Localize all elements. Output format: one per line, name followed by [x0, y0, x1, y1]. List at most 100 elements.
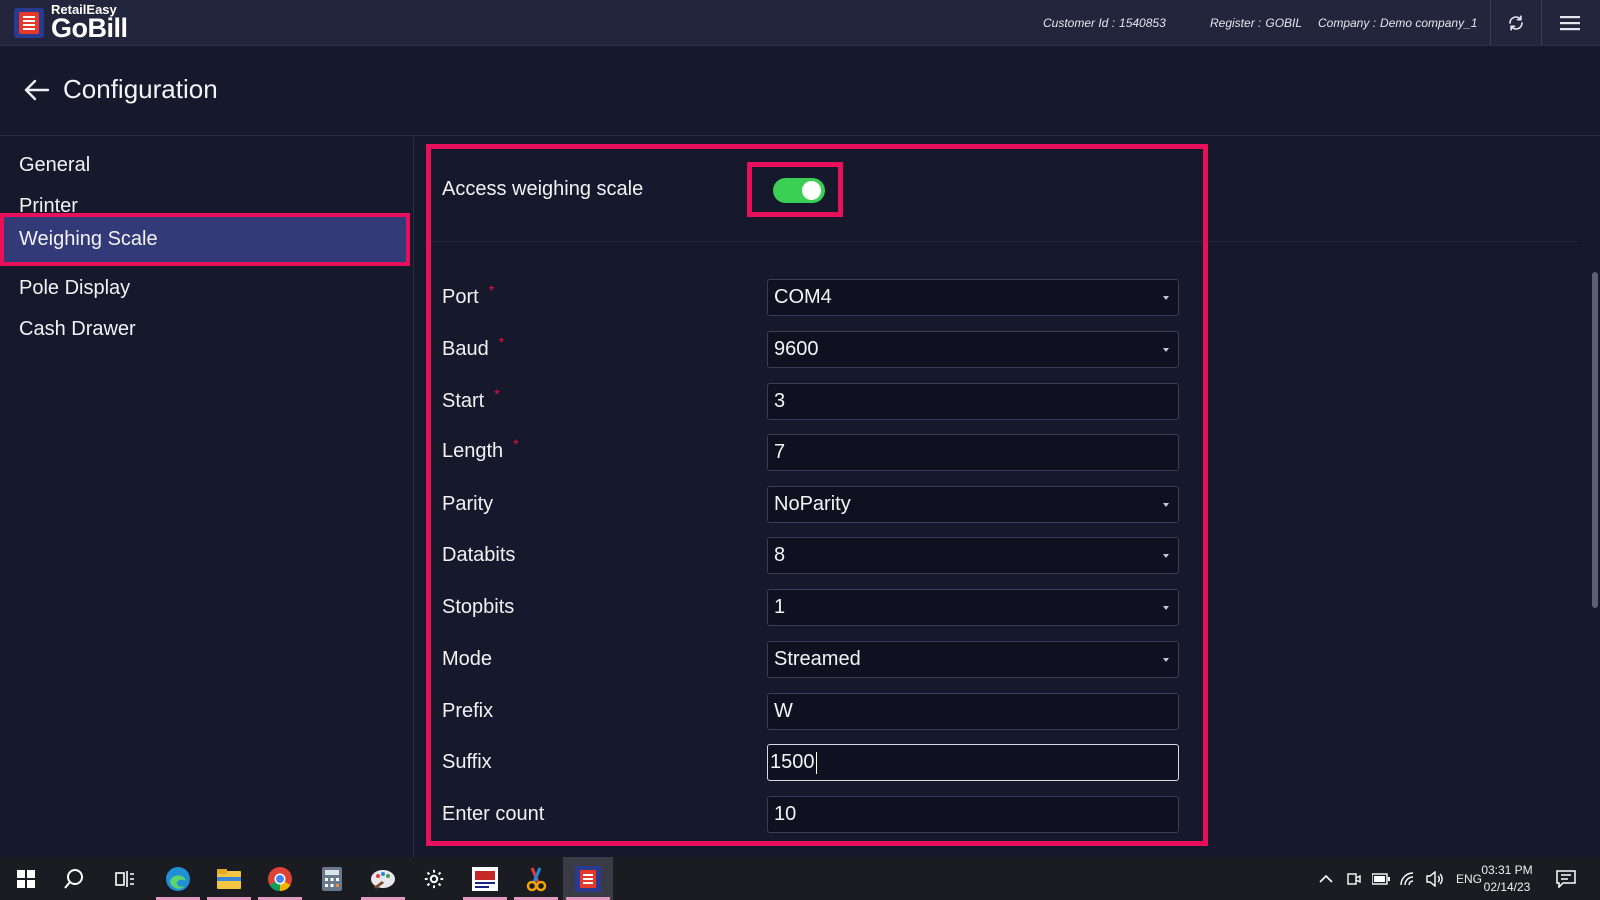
dropdown-arrow-icon	[1163, 657, 1169, 662]
taskbar-gobill[interactable]	[563, 857, 613, 900]
length-input[interactable]: 7	[767, 434, 1179, 471]
gobill-app-icon	[575, 865, 601, 892]
field-label: Mode	[442, 648, 493, 670]
sidebar-item-general[interactable]: General	[0, 144, 410, 186]
field-label: Suffix	[442, 751, 492, 773]
length-label: Length *	[442, 436, 519, 463]
access-label-text: Access weighing scale	[442, 178, 644, 200]
company-label: Company :	[1318, 16, 1377, 30]
access-weighing-scale-label: Access weighing scale	[442, 178, 643, 201]
field-label: Databits	[442, 544, 516, 566]
taskbar-file-explorer[interactable]	[204, 857, 254, 900]
customer-id-info: Customer Id : 1540853	[1043, 0, 1166, 46]
baud-dropdown[interactable]: 9600	[767, 331, 1179, 368]
port-dropdown[interactable]: COM4	[767, 279, 1179, 316]
paint-icon	[371, 869, 395, 889]
refresh-button[interactable]	[1492, 0, 1540, 46]
required-mark: *	[488, 282, 495, 298]
search-icon	[64, 868, 83, 889]
databits-value: 8	[774, 544, 786, 566]
enter-count-label: Enter count	[442, 803, 544, 826]
windows-start-icon	[17, 869, 35, 888]
length-value: 7	[774, 441, 786, 463]
sidebar-item-label: Weighing Scale	[19, 228, 158, 250]
databits-label: Databits	[442, 544, 515, 567]
taskbar-snipping-tool[interactable]	[511, 857, 561, 900]
refresh-icon	[1509, 15, 1523, 31]
calculator-icon	[322, 866, 342, 891]
customer-id-value: 1540853	[1119, 16, 1166, 30]
dropdown-arrow-icon	[1163, 295, 1169, 300]
baud-value: 9600	[774, 338, 819, 360]
mode-dropdown[interactable]: Streamed	[767, 641, 1179, 678]
hamburger-menu-icon	[1560, 16, 1580, 31]
brand: RetailEasy GoBill	[14, 3, 128, 42]
clock-time: 03:31 PM	[1481, 863, 1533, 877]
sidebar-item-label: Cash Drawer	[19, 317, 136, 340]
prefix-input[interactable]: W	[767, 693, 1179, 730]
meeting-camera-icon[interactable]	[1346, 871, 1362, 887]
topbar-divider	[1490, 0, 1491, 46]
volume-icon[interactable]	[1426, 870, 1444, 887]
notification-icon	[1556, 869, 1576, 888]
chevron-up-icon[interactable]	[1318, 874, 1334, 884]
taskbar-search-button[interactable]	[49, 857, 99, 900]
sidebar-item-label: General	[19, 153, 91, 176]
parity-value: NoParity	[774, 493, 851, 515]
register-value: GOBIL	[1265, 16, 1303, 30]
required-mark: *	[494, 386, 500, 402]
taskbar-calculator[interactable]	[307, 857, 357, 900]
sidebar-item-pole-display[interactable]: Pole Display	[0, 267, 410, 309]
field-label: Baud	[442, 338, 489, 360]
edge-icon	[166, 866, 190, 891]
sidebar-item-cash-drawer[interactable]: Cash Drawer	[0, 308, 410, 350]
suffix-input[interactable]: 1500	[767, 744, 1179, 781]
databits-dropdown[interactable]: 8	[767, 537, 1179, 574]
settings-gear-icon	[424, 869, 444, 888]
baud-label: Baud *	[442, 334, 504, 361]
stopbits-dropdown[interactable]: 1	[767, 589, 1179, 626]
notification-center-button[interactable]	[1541, 857, 1591, 900]
start-input[interactable]: 3	[767, 383, 1179, 420]
suffix-value: 1500	[770, 751, 815, 773]
port-value: COM4	[774, 286, 832, 308]
task-view-button[interactable]	[100, 857, 150, 900]
taskbar-settings[interactable]	[409, 857, 459, 900]
field-label: Stopbits	[442, 596, 515, 618]
port-label: Port *	[442, 282, 494, 309]
dropdown-arrow-icon	[1163, 347, 1169, 352]
taskbar-edge[interactable]	[153, 857, 203, 900]
required-mark: *	[498, 334, 505, 350]
suffix-label: Suffix	[442, 751, 492, 774]
windows-start-button[interactable]	[1, 857, 51, 900]
snipping-tool-icon	[526, 866, 547, 891]
sidebar-item-label: Pole Display	[19, 276, 131, 299]
back-button[interactable]	[22, 75, 52, 105]
field-label: Prefix	[442, 700, 494, 722]
config-sidebar: General Printer Weighing Scale Pole Disp…	[0, 137, 414, 857]
enter-count-input[interactable]: 10	[767, 796, 1179, 833]
brand-title: GoBill	[51, 13, 128, 43]
taskbar-paint[interactable]	[358, 857, 408, 900]
field-label: Enter count	[442, 803, 545, 825]
main-menu-button[interactable]	[1546, 0, 1594, 46]
brand-text: RetailEasy GoBill	[51, 3, 128, 42]
wifi-icon[interactable]	[1400, 871, 1416, 886]
parity-label: Parity	[442, 493, 493, 516]
taskbar-retaileasy[interactable]	[460, 857, 510, 900]
required-mark: *	[513, 436, 519, 452]
mode-label: Mode	[442, 648, 492, 671]
field-label: Start	[442, 390, 485, 412]
field-label: Parity	[442, 493, 494, 515]
sidebar-item-weighing-scale[interactable]: Weighing Scale	[0, 213, 410, 266]
access-weighing-scale-toggle[interactable]	[773, 178, 825, 203]
page-scrollbar[interactable]	[1592, 272, 1598, 608]
register-label: Register :	[1210, 16, 1262, 30]
file-explorer-icon	[217, 868, 241, 889]
stopbits-label: Stopbits	[442, 596, 514, 619]
prefix-label: Prefix	[442, 700, 493, 723]
battery-icon[interactable]	[1372, 872, 1390, 885]
taskbar-clock[interactable]: 03:31 PM 02/14/23	[1474, 862, 1540, 896]
parity-dropdown[interactable]: NoParity	[767, 486, 1179, 523]
taskbar-chrome[interactable]	[255, 857, 305, 900]
